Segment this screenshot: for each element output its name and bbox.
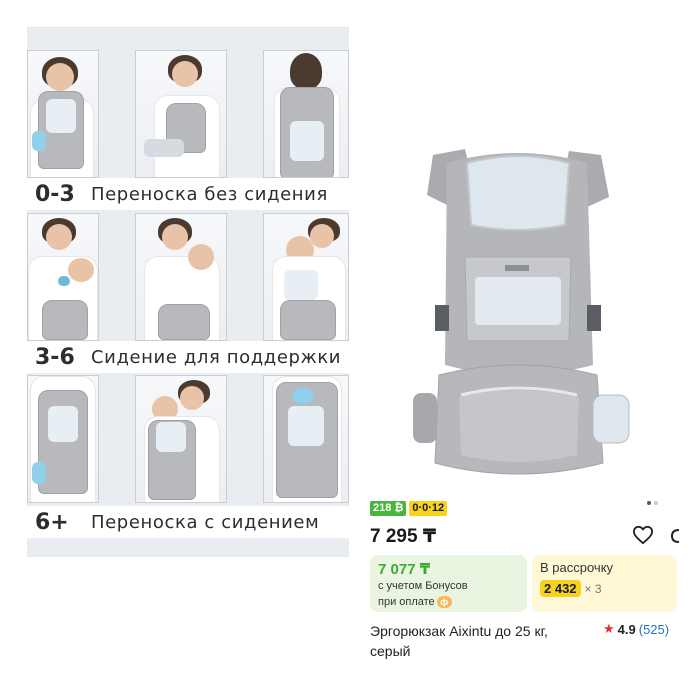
installment-title: В рассрочку bbox=[540, 560, 614, 575]
pagination-dot[interactable] bbox=[647, 501, 651, 505]
installment-badge: 0·0·12 bbox=[409, 501, 448, 516]
guide-label-row-1: 0-3 Переноска без сидения bbox=[27, 178, 349, 210]
guide-photo-row-1 bbox=[27, 50, 349, 178]
payment-chip-icon: ф bbox=[436, 596, 452, 609]
age-description: Переноска без сидения bbox=[91, 183, 328, 205]
product-rating[interactable]: ★ 4.9 (525) bbox=[603, 621, 669, 637]
product-title[interactable]: Эргорюкзак Aixintu до 25 кг, серый bbox=[370, 621, 585, 661]
cart-icon[interactable] bbox=[669, 527, 683, 545]
image-pagination[interactable] bbox=[647, 501, 658, 505]
age-range: 3-6 bbox=[35, 344, 75, 370]
age-description: Переноска с сидением bbox=[91, 511, 320, 533]
bonus-note-text: при оплате bbox=[378, 596, 435, 608]
installment-times: × 3 bbox=[584, 581, 602, 596]
promo-badges: 218 ₿ 0·0·12 bbox=[370, 501, 448, 516]
guide-photo bbox=[27, 50, 99, 178]
heart-icon[interactable] bbox=[632, 525, 654, 545]
guide-photo bbox=[263, 375, 349, 503]
installment-amount: 2 432 bbox=[540, 580, 581, 597]
installment-row: 2 432 × 3 bbox=[540, 580, 669, 597]
age-range: 0-3 bbox=[35, 181, 75, 207]
star-icon: ★ bbox=[603, 621, 615, 636]
guide-photo-row-3 bbox=[27, 375, 349, 503]
bonus-note-line1: с учетом Бонусов bbox=[378, 580, 468, 592]
guide-photo bbox=[27, 375, 99, 503]
pagination-dot[interactable] bbox=[654, 501, 658, 505]
guide-label-row-3: 6+ Переноска с сидением bbox=[27, 506, 349, 538]
bonus-badge: 218 ₿ bbox=[370, 501, 407, 516]
age-range: 6+ bbox=[35, 509, 69, 535]
guide-label-row-2: 3-6 Сидение для поддержки bbox=[27, 341, 349, 373]
rating-count[interactable]: (525) bbox=[639, 622, 669, 637]
product-price: 7 295 ₸ bbox=[370, 526, 437, 547]
bonus-price: 7 077 ₸ bbox=[378, 561, 431, 578]
rating-value: 4.9 bbox=[617, 621, 636, 637]
installment-box[interactable]: В рассрочку 2 432 × 3 bbox=[532, 555, 677, 612]
product-card[interactable]: 218 ₿ 0·0·12 7 295 ₸ 7 077 ₸ с учетом Бо… bbox=[355, 145, 680, 675]
usage-guide-image: 0-3 Переноска без сидения 3-6 Сидение дл… bbox=[27, 27, 349, 557]
guide-photo bbox=[27, 213, 99, 341]
guide-photo bbox=[135, 50, 227, 178]
bonus-note-line2: при оплате ф bbox=[378, 595, 519, 610]
bonus-price-box[interactable]: 7 077 ₸ с учетом Бонусов при оплате ф bbox=[370, 555, 527, 612]
guide-photo-row-2 bbox=[27, 213, 349, 341]
product-image[interactable] bbox=[355, 145, 680, 490]
guide-photo bbox=[263, 50, 349, 178]
guide-photo bbox=[135, 375, 227, 503]
guide-photo bbox=[263, 213, 349, 341]
age-description: Сидение для поддержки bbox=[91, 346, 342, 368]
guide-photo bbox=[135, 213, 227, 341]
